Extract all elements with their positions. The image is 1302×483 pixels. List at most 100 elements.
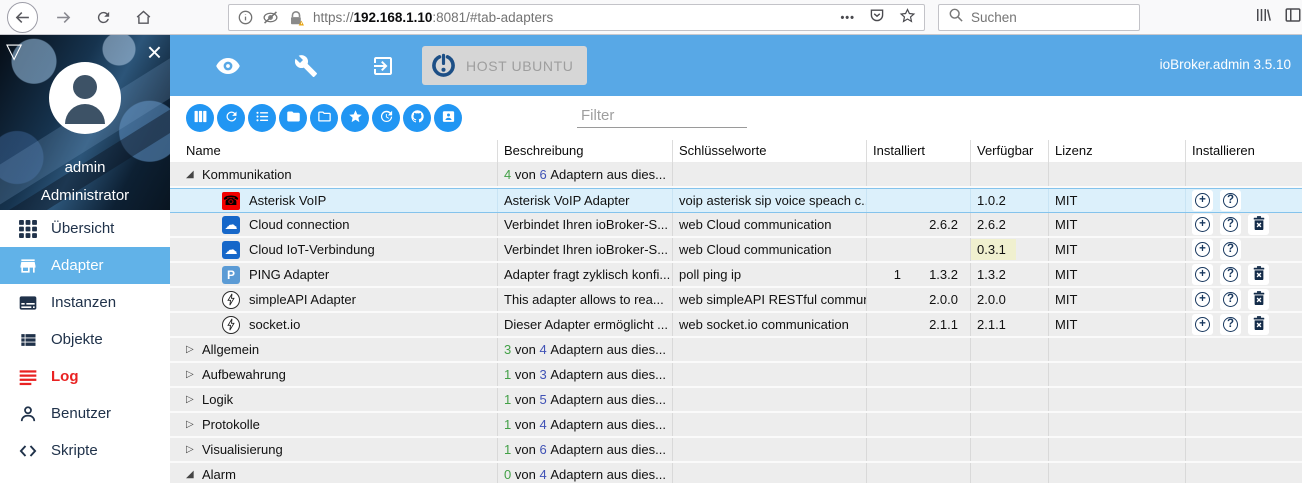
home-icon (136, 10, 151, 24)
readme-help-button[interactable]: ? (1220, 264, 1241, 285)
list-button[interactable] (248, 104, 276, 132)
readme-help-button[interactable]: ? (1220, 314, 1241, 335)
sidebar-item--bersicht[interactable]: Übersicht (0, 210, 170, 247)
folder-open-button[interactable] (310, 104, 338, 132)
github-icon (410, 109, 425, 127)
expand-triangle-icon[interactable]: ▷ (186, 369, 202, 380)
bookmark-star-icon[interactable] (899, 7, 916, 29)
expand-triangle-icon[interactable]: ▷ (186, 344, 202, 355)
adapter-name: Cloud connection (249, 217, 350, 232)
expand-triangle-icon[interactable]: ▷ (186, 444, 202, 455)
pocket-icon[interactable] (869, 7, 885, 28)
sidebar-toggle-icon[interactable] (1284, 6, 1302, 29)
add-instance-button[interactable]: + (1192, 239, 1213, 260)
sidebar-item-instanzen[interactable]: Instanzen (0, 284, 170, 321)
readme-help-button[interactable]: ? (1220, 239, 1241, 260)
add-instance-button[interactable]: + (1192, 214, 1213, 235)
adapter-name: simpleAPI Adapter (249, 292, 356, 307)
group-name: Logik (202, 392, 234, 407)
tracking-protection-icon[interactable] (262, 10, 279, 25)
library-icon[interactable] (1254, 6, 1272, 29)
host-button[interactable]: HOST UBUNTU (422, 46, 588, 85)
group-row-protokolle[interactable]: ▷ Protokolle 1 von 4 Adaptern aus dies... (170, 413, 1302, 438)
viewlist-icon (17, 329, 38, 350)
add-instance-button[interactable]: + (1192, 289, 1213, 310)
reload-button[interactable] (88, 2, 119, 33)
group-row-logik[interactable]: ▷ Logik 1 von 5 Adaptern aus dies... (170, 388, 1302, 413)
star-button[interactable] (341, 104, 369, 132)
sidebar-item-objekte[interactable]: Objekte (0, 321, 170, 358)
group-row-visualisierung[interactable]: ▷ Visualisierung 1 von 6 Adaptern aus dies… (170, 438, 1302, 463)
delete-adapter-button[interactable] (1248, 214, 1269, 235)
available-version: 1.3.2 (977, 267, 1006, 282)
readme-help-button[interactable]: ? (1220, 214, 1241, 235)
badge-button[interactable] (434, 104, 462, 132)
insecure-lock-icon[interactable] (288, 10, 304, 26)
column-header-name: Name (186, 142, 221, 158)
adapter-description: Verbindet Ihren ioBroker-S... (497, 238, 672, 261)
collapse-triangle-icon[interactable]: ◢ (186, 169, 202, 180)
group-row-kommunikation[interactable]: ◢ Kommunikation 4 von 6 Adaptern aus dies.… (170, 163, 1302, 188)
user-name: admin (64, 159, 106, 176)
folder-button[interactable] (279, 104, 307, 132)
sidebar-item-benutzer[interactable]: Benutzer (0, 395, 170, 432)
collapse-triangle-icon[interactable]: ◢ (186, 469, 202, 480)
group-description: 3 von 4 Adaptern aus dies... (497, 338, 672, 361)
adapter-row-cloud-iot-verbindung[interactable]: ☁ Cloud IoT-Verbindung Verbindet Ihren ioB… (170, 238, 1302, 263)
page-info-icon[interactable] (238, 10, 253, 25)
delete-adapter-button[interactable] (1248, 289, 1269, 310)
license: MIT (1048, 313, 1185, 336)
delete-adapter-button[interactable] (1248, 314, 1269, 335)
delete-adapter-button[interactable] (1248, 264, 1269, 285)
sidebar-item-log[interactable]: Log (0, 358, 170, 395)
group-row-allgemein[interactable]: ▷ Allgemein 3 von 4 Adaptern aus dies... (170, 338, 1302, 363)
sidebar-item-adapter[interactable]: Adapter (0, 247, 170, 284)
home-button[interactable] (128, 2, 159, 33)
adapter-icon-asterisk-voip: ☎ (222, 191, 240, 210)
readme-help-button[interactable]: ? (1220, 190, 1241, 211)
question-circle-icon: ? (1223, 193, 1238, 208)
adapter-name: PING Adapter (249, 267, 330, 282)
visibility-eye-icon[interactable] (215, 53, 241, 79)
table-header: Name Beschreibung Schlüsselworte Installier… (170, 139, 1302, 163)
filter-input[interactable] (577, 104, 747, 128)
question-circle-icon: ? (1223, 217, 1238, 232)
back-button[interactable] (7, 2, 38, 33)
adapter-row-simpleapi-adapter[interactable]: simpleAPI Adapter This adapter allows to … (170, 288, 1302, 313)
url-bar[interactable]: https://192.168.1.10:8081/#tab-adapters … (228, 4, 925, 31)
expand-triangle-icon[interactable]: ▷ (186, 394, 202, 405)
grid-icon (17, 218, 38, 239)
group-row-aufbewahrung[interactable]: ▷ Aufbewahrung 1 von 3 Adaptern aus dies..… (170, 363, 1302, 388)
update-button[interactable] (372, 104, 400, 132)
collapse-triangle-icon[interactable]: ▽ (6, 39, 22, 64)
add-instance-button[interactable]: + (1192, 314, 1213, 335)
license: MIT (1048, 263, 1185, 286)
github-button[interactable] (403, 104, 431, 132)
adapter-row-asterisk-voip[interactable]: ☎ Asterisk VoIP Asterisk VoIP Adapter voip … (170, 188, 1302, 213)
group-name: Alarm (202, 467, 236, 482)
forward-button[interactable] (48, 2, 79, 33)
group-row-alarm[interactable]: ◢ Alarm 0 von 4 Adaptern aus dies... (170, 463, 1302, 483)
main-area: HOST UBUNTU ioBroker.admin 3.5.10 Name Be… (170, 35, 1302, 483)
expand-triangle-icon[interactable]: ▷ (186, 419, 202, 430)
sidebar-item-skripte[interactable]: Skripte (0, 432, 170, 469)
add-instance-button[interactable]: + (1192, 264, 1213, 285)
adapter-row-socket-io[interactable]: socket.io Dieser Adapter ermöglicht ... we… (170, 313, 1302, 338)
view-split-button[interactable] (186, 104, 214, 132)
refresh-button[interactable] (217, 104, 245, 132)
add-instance-button[interactable]: + (1192, 190, 1213, 211)
sidebar-item-label: Instanzen (51, 294, 117, 311)
logout-icon[interactable] (370, 53, 396, 79)
plus-circle-icon: + (1195, 317, 1210, 332)
adapter-row-ping-adapter[interactable]: P PING Adapter Adapter fragt zyklisch konf… (170, 263, 1302, 288)
adapter-row-cloud-connection[interactable]: ☁ Cloud connection Verbindet Ihren ioBroke… (170, 213, 1302, 238)
back-arrow-icon (15, 11, 29, 24)
search-bar[interactable] (938, 4, 1140, 31)
screen: https://192.168.1.10:8081/#tab-adapters … (0, 0, 1302, 483)
page-actions-icon[interactable]: ••• (840, 12, 855, 24)
close-icon[interactable]: × (147, 39, 162, 65)
readme-help-button[interactable]: ? (1220, 289, 1241, 310)
question-circle-icon: ? (1223, 242, 1238, 257)
search-input[interactable] (971, 10, 1111, 25)
wrench-icon[interactable] (293, 53, 319, 79)
